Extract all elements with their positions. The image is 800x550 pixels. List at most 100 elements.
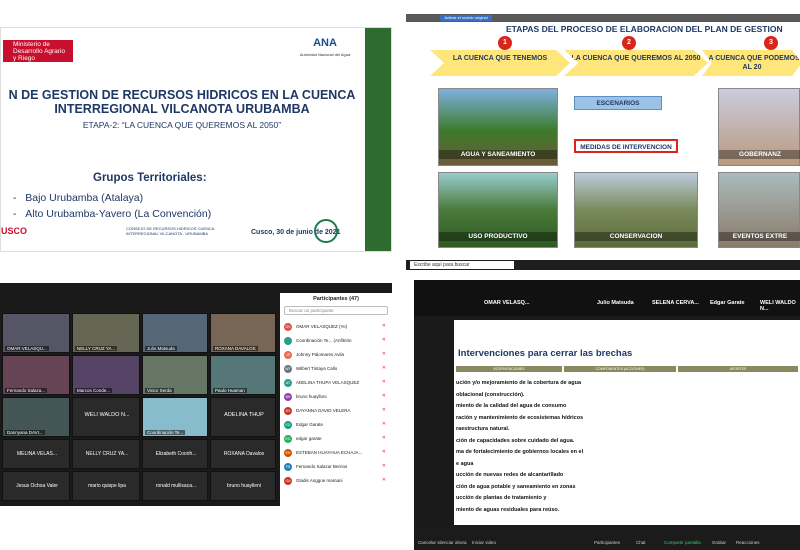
muted-mic-icon: ✕ [381, 351, 386, 357]
muted-mic-icon: ✕ [381, 407, 386, 413]
video-tile[interactable]: OMAR VELASQU... [2, 313, 70, 353]
participant-row[interactable]: DV DAYANNA DAVID VELERA ✕ [282, 405, 390, 416]
video-tile[interactable]: Fernando Salaza... [2, 355, 70, 395]
sheet-row-text: miento de la calidad del agua de consumo [456, 403, 567, 409]
participant-name: Wilbert Tintaya Callo [296, 366, 338, 371]
photo-conservacion: CONSERVACION [574, 172, 698, 248]
name-tile[interactable]: Elizabeth Coorih... [142, 439, 208, 469]
tile-name: bruno huaylleni [227, 483, 261, 489]
strip-name: OMAR VELASQ... [484, 300, 530, 306]
record-button[interactable]: Grabar [712, 540, 726, 545]
step-arrow-2: LA CUENCA QUE QUEREMOS AL 2050 [564, 50, 708, 76]
participant-avatar: EG [284, 434, 292, 443]
spreadsheet: Intervenciones para cerrar las brechas I… [454, 320, 800, 525]
muted-mic-icon: ✕ [381, 421, 386, 427]
tile-name: mario quispe lipa [88, 483, 126, 489]
video-grid: OMAR VELASQU... NELLY CRUZ YA... Julio M… [0, 293, 278, 503]
photo-uso: USO PRODUCTIVO [438, 172, 558, 248]
tile-name: Dannyana DAVI... [5, 430, 45, 435]
tile-name: WELI WALDO N... [84, 412, 130, 418]
chat-button[interactable]: Chat [636, 540, 646, 545]
participant-name: DAYANNA DAVID VELERA [296, 408, 351, 413]
tile-name: OMAR VELASQU... [5, 346, 49, 351]
video-tile[interactable]: Paulo Huaman [210, 355, 276, 395]
photo-agua-label: AGUA Y SANEAMIENTO [439, 150, 557, 159]
participant-row[interactable]: WT Wilbert Tintaya Callo ✕ [282, 363, 390, 374]
slide-title-line1: N DE GESTION DE RECURSOS HIDRICOS EN LA … [8, 88, 356, 102]
grupo-item-1-text: Bajo Urubamba (Atalaya) [25, 192, 144, 204]
video-tile[interactable]: Dannyana DAVI... [2, 397, 70, 437]
tile-name: Julio Matsuda [145, 346, 177, 351]
process-heading: ETAPAS DEL PROCESO DE ELABORACION DEL PL… [506, 24, 783, 34]
col-header: APORTES [678, 366, 798, 372]
video-tile[interactable]: Marcos Conde... [72, 355, 140, 395]
name-tile[interactable]: ROXANA Davalos [210, 439, 276, 469]
video-tile[interactable]: WELI WALDO N... [72, 397, 140, 437]
muted-mic-icon: ✕ [381, 449, 386, 455]
name-tile[interactable]: Jesus Ochoa Valer [2, 471, 70, 501]
participant-row[interactable]: EH ESTEBAN HUAYHUA ECHAJA... ✕ [282, 447, 390, 458]
photo-agua: AGUA Y SANEAMIENTO [438, 88, 558, 166]
share-screen-button[interactable]: Compartir pantalla [664, 540, 701, 545]
photo-eventos: EVENTOS EXTRE [718, 172, 800, 248]
muted-mic-icon: ✕ [381, 323, 386, 329]
name-tile[interactable]: NELLY CRUZ YA... [72, 439, 140, 469]
participant-row[interactable]: Coordinación Te... (Anfitrión ✕ [282, 335, 390, 346]
participant-avatar: OV [284, 322, 292, 331]
video-tile[interactable]: ROXANA DAVALOS [210, 313, 276, 353]
participant-name: Edgar Garate [296, 422, 324, 427]
participant-row[interactable]: OV OMAR VELASQUEZ (Yo) ✕ [282, 321, 390, 332]
participant-row[interactable]: EG Edgar Garate ✕ [282, 419, 390, 430]
grupo-item-1: - Bajo Urubamba (Atalaya) [13, 192, 144, 204]
video-tile[interactable]: Coordinación Te... [142, 397, 208, 437]
sheet-row-text: e agua [456, 460, 474, 467]
photo-eventos-label: EVENTOS EXTRE [719, 232, 800, 241]
tile-name: NELLY CRUZ YA... [75, 346, 118, 351]
activate-sound-button[interactable]: Activar el sonido original [440, 15, 492, 21]
speaker-strip: OMAR VELASQ... Julio Matsuda SELENA CERV… [414, 280, 800, 316]
participant-row[interactable]: FS Fernando Salazar Berrios ✕ [282, 461, 390, 472]
start-video-button[interactable]: Iniciar video [472, 540, 496, 545]
name-tile[interactable]: ronald mullisaca... [142, 471, 208, 501]
tile-name: ADELINA THUP [224, 412, 264, 418]
video-tile[interactable]: Julio Matsuda [142, 313, 208, 353]
video-tile[interactable]: ADELINA THUP [210, 397, 276, 437]
participant-row[interactable]: AT ADELINA THUPA VELASQUEZ ✕ [282, 377, 390, 388]
name-tile[interactable]: bruno huaylleni [210, 471, 276, 501]
windows-taskbar: Escribe aquí para buscar [406, 260, 800, 270]
tile-name: Paulo Huaman [213, 388, 247, 393]
muted-mic-icon: ✕ [381, 435, 386, 441]
consejo-logo-text: CONSEJO DE RECURSOS HIDRICOS CUENCA INTE… [126, 226, 215, 236]
name-tile[interactable]: mario quispe lipa [72, 471, 140, 501]
video-tile[interactable]: Victor Serda [142, 355, 208, 395]
participant-search-input[interactable]: Buscar un participante [284, 306, 388, 315]
photo-gobernanza-label: GOBERNANZ [719, 150, 800, 159]
taskbar-search[interactable]: Escribe aquí para buscar [410, 261, 514, 269]
share-topbar: Activar el sonido original [406, 14, 800, 22]
step-number-3: 3 [764, 36, 778, 50]
participant-row[interactable]: BH bruno huaylloni ✕ [282, 391, 390, 402]
sheet-row-text: ucción de nuevas redes de alcantarillado [456, 472, 564, 478]
participant-row[interactable]: EG edgar garate ✕ [282, 433, 390, 444]
name-tile[interactable]: MELINA VELAS... [2, 439, 70, 469]
zoom-gallery-window: OMAR VELASQU... NELLY CRUZ YA... Julio M… [0, 283, 392, 506]
zoom-control-bar: Cancelar silenciar ahora Iniciar video P… [414, 525, 800, 550]
participants-button[interactable]: Participantes [594, 540, 620, 545]
tile-name: ronald mullisaca... [155, 483, 197, 489]
muted-mic-icon: ✕ [381, 463, 386, 469]
grupo-item-2: - Alto Urubamba-Yavero (La Convención) [13, 208, 212, 220]
video-tile[interactable]: NELLY CRUZ YA... [72, 313, 140, 353]
unmute-button[interactable]: Cancelar silenciar ahora [418, 540, 467, 545]
tile-name: ROXANA Davalos [223, 451, 265, 457]
participant-row[interactable]: JP Johnny Palomares Avila ✕ [282, 349, 390, 360]
cusco-logo: USCO [1, 226, 28, 236]
escenarios-box: ESCENARIOS [574, 96, 662, 110]
participant-row[interactable]: GA Gladis Anggoe mamani ✕ [282, 475, 390, 486]
reactions-button[interactable]: Reacciones [736, 540, 760, 545]
strip-name: SELENA CERVA... [652, 300, 699, 306]
participant-name: bruno huaylloni [296, 394, 327, 399]
muted-mic-icon: ✕ [381, 393, 386, 399]
tile-name: NELLY CRUZ YA... [85, 451, 129, 457]
grupos-heading: Grupos Territoriales: [93, 172, 207, 184]
ministerio-logo: Ministerio de Desarrollo Agrario y Riego [3, 40, 73, 62]
